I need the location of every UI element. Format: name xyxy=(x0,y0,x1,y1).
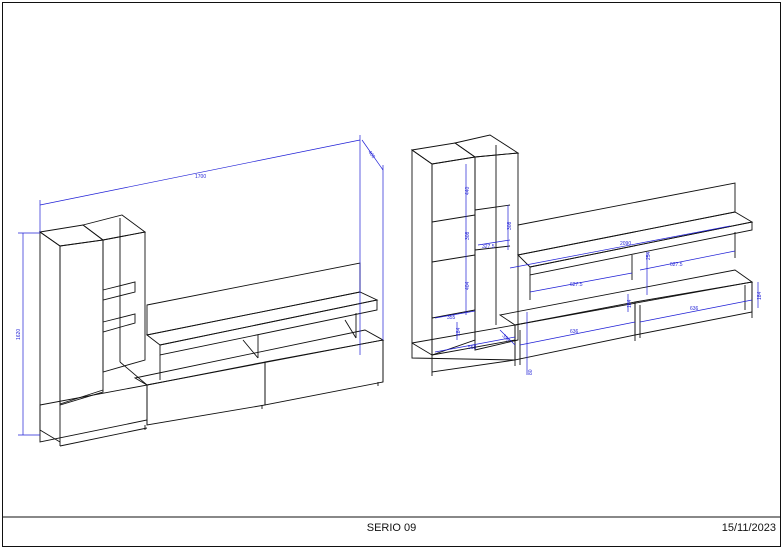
technical-drawing: 1700 1620 400 2090 440 308 404 308 327.5… xyxy=(2,2,781,547)
dim-tv-width-label: 2090 xyxy=(620,241,631,247)
dim-plinth-label: 80 xyxy=(528,369,534,375)
dim-shelf-right-label: 627.5 xyxy=(670,262,683,268)
sheet-border xyxy=(2,2,781,547)
dim-width-label: 1700 xyxy=(195,174,206,180)
dim-drawer-a-label: 636 xyxy=(570,329,579,335)
dim-drawer-h-a-label: 184 xyxy=(627,299,633,308)
dim-height-label: 1620 xyxy=(16,329,22,340)
dim-small-width-label: 327.5 xyxy=(482,244,495,250)
dim-drawer-h-b-label: 184 xyxy=(757,291,763,300)
drawing-title: SERIO 09 xyxy=(366,522,417,534)
left-furniture-view xyxy=(38,214,385,447)
left-dimensions xyxy=(18,135,384,436)
right-furniture-view xyxy=(410,134,754,376)
dim-drawer-b-label: 636 xyxy=(690,306,699,312)
dim-base-left-width-label: 355 xyxy=(447,315,456,321)
dim-tall-mid-label: 308 xyxy=(465,231,471,240)
dim-tall-low-label: 404 xyxy=(465,281,471,290)
drawing-date: 15/11/2023 xyxy=(721,522,776,534)
drawing-sheet: 1700 1620 400 2090 440 308 404 308 327.5… xyxy=(0,0,783,550)
dim-small-height-label: 254 xyxy=(646,251,652,260)
dim-base-left-height-label: 184 xyxy=(456,327,462,336)
dim-side-top-label: 308 xyxy=(507,221,513,230)
dim-base-front-label: 568 xyxy=(468,345,477,351)
dim-shelf-left-label: 627.5 xyxy=(570,282,583,288)
dim-tall-top-label: 440 xyxy=(465,186,471,195)
